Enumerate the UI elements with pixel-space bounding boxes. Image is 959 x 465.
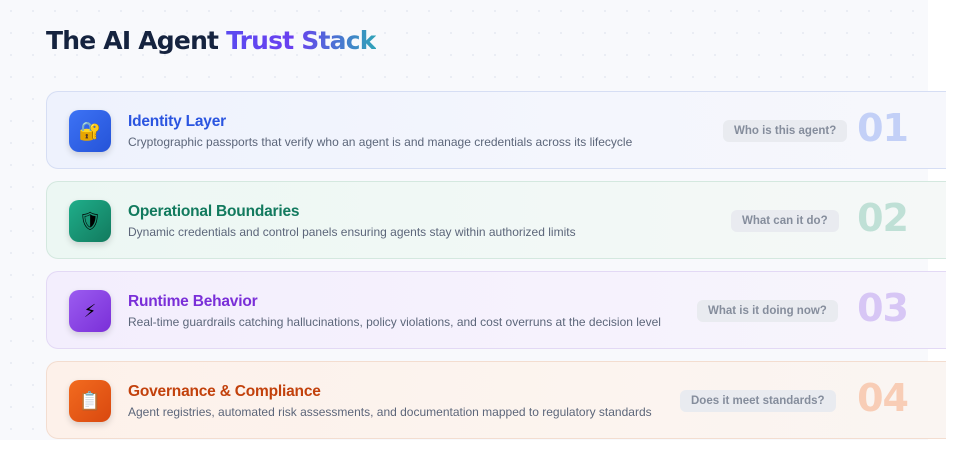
- layer-question-badge: What can it do?: [731, 210, 839, 232]
- layer-title: Operational Boundaries: [128, 203, 300, 220]
- layer-card-governance: 📋 Governance & Compliance Agent registri…: [46, 361, 946, 439]
- layer-description: Agent registries, automated risk assessm…: [128, 405, 652, 419]
- lock-key-icon: 🔐: [69, 110, 111, 152]
- layer-description: Cryptographic passports that verify who …: [128, 135, 633, 149]
- layer-title: Governance & Compliance: [128, 383, 321, 400]
- layer-card-runtime: ⚡ Runtime Behavior Real-time guardrails …: [46, 271, 946, 349]
- layer-description: Dynamic credentials and control panels e…: [128, 225, 576, 239]
- layer-question-badge: Who is this agent?: [723, 120, 848, 142]
- layer-title: Runtime Behavior: [128, 293, 258, 310]
- layer-question-badge: What is it doing now?: [697, 300, 838, 322]
- layer-number: 02: [857, 196, 909, 240]
- shield-icon: 🛡: [69, 200, 111, 242]
- clipboard-icon: 📋: [69, 380, 111, 422]
- title-main: The AI Agent: [46, 26, 219, 55]
- layer-title: Identity Layer: [128, 113, 226, 130]
- title-accent: Trust Stack: [226, 26, 376, 55]
- layer-question-badge: Does it meet standards?: [680, 390, 836, 412]
- lightning-icon: ⚡: [69, 290, 111, 332]
- layer-number: 01: [857, 106, 909, 150]
- layer-number: 03: [857, 286, 909, 330]
- layer-card-identity: 🔐 Identity Layer Cryptographic passports…: [46, 91, 946, 169]
- slide-canvas: The AI Agent Trust Stack 🔐 Identity Laye…: [0, 0, 946, 440]
- page-title: The AI Agent Trust Stack: [46, 26, 376, 55]
- layer-card-operational: 🛡 Operational Boundaries Dynamic credent…: [46, 181, 946, 259]
- layer-number: 04: [857, 376, 909, 420]
- layer-description: Real-time guardrails catching hallucinat…: [128, 315, 661, 329]
